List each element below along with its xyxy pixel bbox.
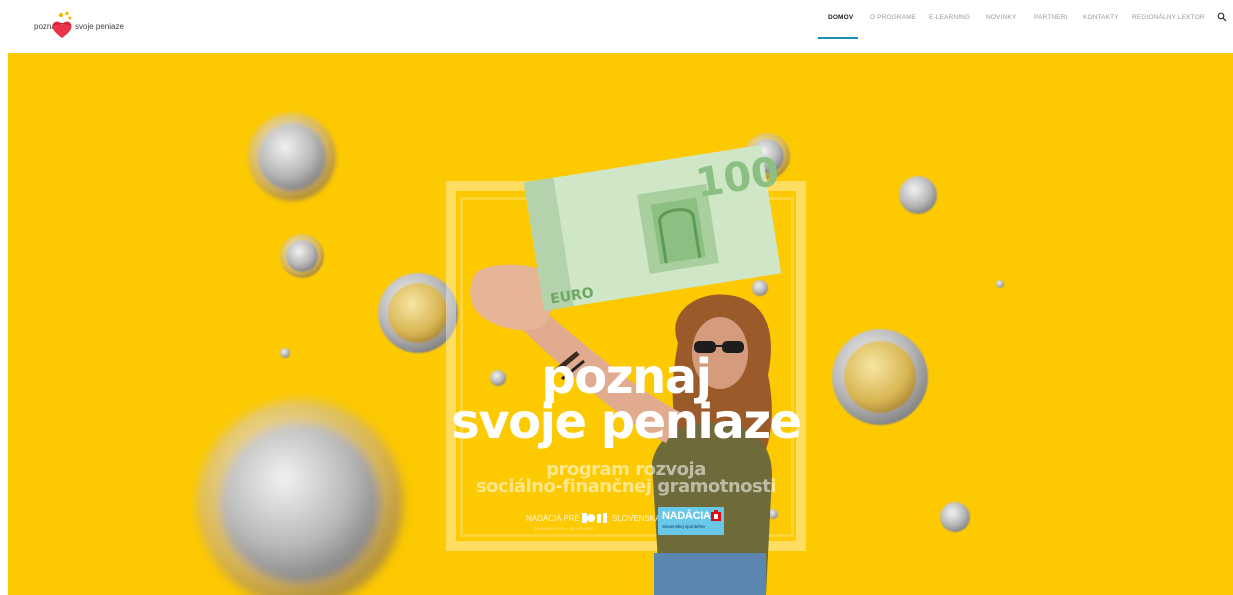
main-nav: DOMOV O PROGRAME E-LEARNING NOVINKY PART… — [810, 14, 1233, 28]
sponsor2-name: NADÁCIA — [662, 510, 711, 522]
sponsor1-left-text: NADÁCIA PRE — [526, 514, 580, 523]
sponsor-nadacia-pre-deti-logo[interactable]: NADÁCIA PRE SLOVENSKA ZMENAME SPOLU SLOV… — [526, 511, 660, 537]
deti-logo-icon — [582, 513, 607, 523]
nav-item-partneri[interactable]: PARTNERI — [1034, 14, 1067, 21]
nav-item-kontakty[interactable]: KONTAKTY — [1083, 14, 1119, 21]
logo-word-right: svoje peniaze — [75, 22, 124, 31]
hero-subtitle-line2: sociálno-finančnej gramotnosti — [475, 476, 777, 497]
sporitelna-logo-icon — [711, 510, 721, 521]
coin-two-euro-right-icon — [832, 329, 928, 425]
logo-heart-icon — [52, 21, 72, 38]
nav-item-e-learning[interactable]: E-LEARNING — [929, 14, 970, 21]
nav-item-o-programe[interactable]: O PROGRAME — [870, 14, 916, 21]
coin-small-left-icon — [280, 234, 324, 278]
coin-large-icon — [197, 400, 403, 595]
hero-banner: 100 EURO poznaj svoje peniaze program ro… — [8, 53, 1233, 595]
sponsor1-subtext: ZMENAME SPOLU SLOVENSKO — [534, 527, 594, 531]
nav-item-regionalny-lektor[interactable]: REGIONÁLNY LEKTOR — [1132, 14, 1205, 21]
nav-item-novinky[interactable]: NOVINKY — [986, 14, 1016, 21]
coin-right-upper-icon — [899, 176, 937, 214]
hero-title-line2: svoje peniaze — [451, 394, 802, 450]
nav-active-indicator — [818, 37, 858, 39]
sponsor2-subtext: Slovenskej sporiteľne — [662, 524, 705, 529]
site-header: poznaj svoje peniaze DOMOV O PROGRAME E-… — [0, 0, 1233, 53]
coin-top-left-icon — [248, 113, 336, 201]
nav-item-domov[interactable]: DOMOV — [828, 14, 853, 21]
coin-right-lower-icon — [940, 502, 970, 532]
search-icon[interactable] — [1217, 12, 1227, 22]
sponsor-nadacia-slovenskej-sporitelne-logo[interactable]: NADÁCIA Slovenskej sporiteľne — [658, 507, 724, 535]
sponsor1-right-text: SLOVENSKA — [612, 514, 661, 523]
